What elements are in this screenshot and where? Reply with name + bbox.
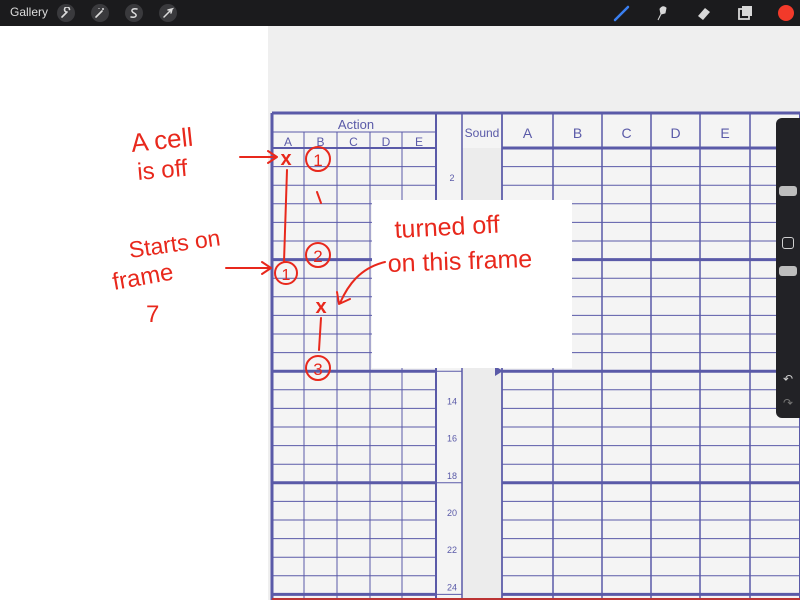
selection-icon[interactable] bbox=[125, 4, 143, 22]
mark-x-middle: x bbox=[315, 296, 326, 318]
wrench-icon[interactable] bbox=[57, 4, 75, 22]
note-starts-line1: Starts on bbox=[127, 224, 222, 263]
note-starts-line2: frame bbox=[110, 259, 175, 296]
brush-icon[interactable] bbox=[612, 3, 632, 23]
smudge-icon[interactable] bbox=[652, 3, 672, 23]
color-picker-button[interactable] bbox=[778, 5, 794, 21]
arrow-starts bbox=[225, 261, 272, 275]
modify-button[interactable] bbox=[782, 237, 794, 249]
redo-icon[interactable]: ↷ bbox=[780, 396, 796, 412]
layers-icon[interactable] bbox=[735, 3, 755, 23]
circle-1-top-label: 1 bbox=[313, 151, 322, 170]
connector-line-b bbox=[318, 317, 322, 351]
opacity-slider[interactable] bbox=[779, 266, 797, 276]
annotation-layer: 1 2 1 3 x x A cell is off Starts on fram… bbox=[110, 122, 533, 381]
eraser-icon[interactable] bbox=[694, 3, 714, 23]
side-toolbar: ↶ ↷ bbox=[776, 118, 800, 418]
arrow-turned-off bbox=[336, 261, 386, 305]
connector-line-a bbox=[283, 169, 288, 263]
note-cell-off-line2: is off bbox=[136, 155, 189, 186]
note-starts-line3: 7 bbox=[146, 301, 159, 328]
undo-icon[interactable]: ↶ bbox=[780, 372, 796, 388]
connector-tick bbox=[316, 191, 322, 204]
note-cell-off-line1: A cell bbox=[129, 122, 194, 158]
note-turned-off-line1: turned off bbox=[394, 211, 501, 244]
gallery-button[interactable]: Gallery bbox=[10, 5, 48, 19]
circle-1-bottom-label: 1 bbox=[282, 267, 291, 284]
circle-3-label: 3 bbox=[313, 360, 322, 379]
magic-wand-icon[interactable] bbox=[91, 4, 109, 22]
brush-size-slider[interactable] bbox=[779, 186, 797, 196]
note-turned-off-line2: on this frame bbox=[387, 245, 532, 278]
transform-icon[interactable] bbox=[159, 4, 177, 22]
mark-x-top: x bbox=[280, 148, 291, 170]
circle-2-label: 2 bbox=[313, 247, 322, 266]
arrow-cell-off bbox=[239, 150, 278, 164]
top-toolbar: Gallery bbox=[0, 0, 800, 26]
